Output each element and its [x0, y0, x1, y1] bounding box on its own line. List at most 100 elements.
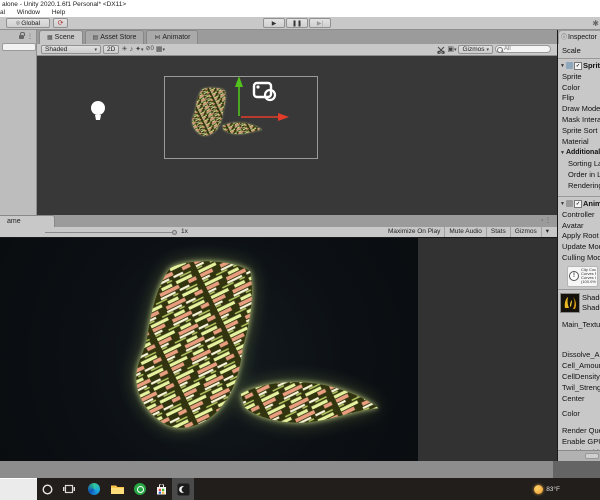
- property-row[interactable]: Sorting Lay: [558, 159, 600, 170]
- lock-icon[interactable]: [19, 31, 25, 39]
- property-row[interactable]: Render Queue: [558, 426, 600, 437]
- chevron-down-icon: ▾: [94, 46, 97, 53]
- axis-y-arrow-icon[interactable]: [235, 76, 243, 87]
- task-view-icon[interactable]: [58, 478, 80, 500]
- scene-light-toggle-icon[interactable]: ☀: [121, 45, 127, 54]
- component-enabled-checkbox[interactable]: ✓: [573, 199, 582, 208]
- property-row[interactable]: Mask Interacti: [558, 115, 600, 126]
- active-app-icon[interactable]: [172, 478, 194, 500]
- maximize-on-play-button[interactable]: Maximize On Play: [384, 227, 444, 237]
- animator-header[interactable]: ▼ ✓ Animat: [558, 198, 600, 210]
- menu-item-help[interactable]: Help: [52, 9, 65, 16]
- menu-item[interactable]: al: [0, 9, 5, 16]
- cortana-icon[interactable]: [36, 478, 58, 500]
- transform-scale-row[interactable]: Scale: [558, 46, 600, 57]
- account-icon[interactable]: ✱: [592, 19, 599, 28]
- foldout-icon[interactable]: ▼: [560, 147, 565, 159]
- info-icon: ⓘ: [561, 35, 568, 41]
- chevron-down-icon[interactable]: ▾: [540, 227, 553, 237]
- property-row[interactable]: Controller: [558, 210, 600, 221]
- scale-label: 1x: [181, 228, 188, 235]
- shader-row[interactable]: Shader: [582, 303, 600, 313]
- global-pivot-button[interactable]: ◎ Global: [6, 18, 50, 28]
- edge-browser-icon[interactable]: [83, 478, 105, 500]
- property-row[interactable]: Material: [558, 137, 600, 148]
- menu-item-window[interactable]: Window: [17, 9, 40, 16]
- foldout-icon[interactable]: ▼: [560, 60, 565, 72]
- warning-icon: !: [569, 271, 579, 282]
- step-button[interactable]: ▶|: [309, 18, 331, 28]
- property-row[interactable]: Apply Root Mo: [558, 231, 600, 242]
- property-row[interactable]: Sprite: [558, 72, 600, 83]
- tab-bar-options-icon[interactable]: ▫ ⋮: [541, 217, 551, 224]
- additional-settings-foldout[interactable]: ▼ Additional Set: [558, 147, 600, 159]
- property-row[interactable]: Flip: [558, 93, 600, 104]
- transport-controls: ▶ ❚❚ ▶|: [263, 18, 331, 28]
- file-explorer-icon[interactable]: [106, 478, 128, 500]
- sprite-renderer-header[interactable]: ▼ ✓ Sprite R: [558, 60, 600, 72]
- component-enabled-checkbox[interactable]: ✓: [573, 61, 582, 70]
- texture-property-row[interactable]: Main_Texture: [558, 320, 600, 331]
- shader-title: Shader: [582, 292, 600, 302]
- property-row[interactable]: Twil_Strength: [558, 383, 600, 394]
- kebab-icon[interactable]: ⋮: [27, 33, 33, 40]
- game-gizmos-dropdown[interactable]: Gizmos: [509, 227, 541, 237]
- property-row[interactable]: Draw Mode: [558, 104, 600, 115]
- play-button[interactable]: ▶: [263, 18, 285, 28]
- game-tab-bar: ame ▫ ⋮: [0, 215, 557, 227]
- tab-animator[interactable]: ⋈ Animator: [146, 30, 199, 44]
- property-row[interactable]: Center: [558, 394, 600, 405]
- globe-icon: ◎: [15, 20, 21, 26]
- scale-slider[interactable]: [45, 232, 175, 233]
- tab-asset-store[interactable]: ▤ Asset Store: [84, 30, 145, 44]
- property-row[interactable]: Enable GPU In: [558, 437, 600, 448]
- scene-audio-toggle-icon[interactable]: ♪: [130, 45, 134, 54]
- property-row[interactable]: Rendering L: [558, 181, 600, 192]
- property-row[interactable]: Dissolve_Amou: [558, 350, 600, 361]
- scene-camera-icon[interactable]: ▣▾: [447, 45, 456, 55]
- scene-toolbar: Shaded ▾ 2D ☀ ♪ ✦▾ ⊘0 ▦▾ ▣▾ Gizmos ▾: [37, 44, 557, 56]
- color-property-row[interactable]: Color: [558, 409, 600, 420]
- property-row[interactable]: CellDensity: [558, 372, 600, 383]
- property-row[interactable]: Order in Lay: [558, 170, 600, 181]
- microsoft-store-icon[interactable]: [150, 478, 172, 500]
- game-toolbar: 1x Maximize On Play Mute Audio Stats Giz…: [0, 227, 557, 238]
- inspector-panel: ⓘInspector Scale ▼ ✓ Sprite R Sprite Col…: [557, 30, 600, 461]
- tab-scene[interactable]: ▦ Scene: [39, 30, 83, 44]
- material-header[interactable]: Shader Shader: [558, 291, 600, 317]
- pause-button[interactable]: ❚❚: [286, 18, 308, 28]
- sprite-tool-icon: [252, 81, 277, 102]
- property-row[interactable]: Color: [558, 83, 600, 94]
- axis-x-arrow-icon[interactable]: [278, 113, 289, 121]
- scene-gizmos-dropdown[interactable]: Gizmos ▾: [458, 45, 493, 54]
- mute-audio-button[interactable]: Mute Audio: [444, 227, 486, 237]
- draw-mode-dropdown[interactable]: Shaded ▾: [41, 45, 101, 54]
- scene-visibility-icon[interactable]: ⊘0: [145, 45, 153, 54]
- 2d-toggle[interactable]: 2D: [103, 45, 120, 54]
- stats-button[interactable]: Stats: [485, 227, 510, 237]
- tab-inspector[interactable]: ⓘInspector: [559, 31, 600, 44]
- left-panel-field[interactable]: [2, 43, 36, 51]
- menu-bar: al Window Help: [0, 9, 600, 17]
- property-row[interactable]: Culling Mode: [558, 253, 600, 264]
- directional-light-gizmo-icon[interactable]: [89, 100, 107, 122]
- grid-settings-icon[interactable]: ▦▾: [156, 45, 165, 55]
- scale-slider-knob[interactable]: [172, 230, 177, 235]
- tab-game[interactable]: ame: [0, 215, 55, 227]
- inspector-tab-bar: ⓘInspector: [558, 30, 600, 44]
- property-row[interactable]: Cell_Amount: [558, 361, 600, 372]
- collab-button[interactable]: ⟳: [53, 18, 68, 28]
- pause-icon: ❚❚: [291, 20, 303, 27]
- property-row[interactable]: Update Mode: [558, 242, 600, 253]
- property-row[interactable]: Avatar: [558, 221, 600, 232]
- game-view[interactable]: [0, 238, 557, 461]
- foldout-icon[interactable]: ▼: [560, 198, 565, 210]
- preview-handle[interactable]: [585, 453, 599, 459]
- scene-tools-icon[interactable]: [437, 46, 446, 54]
- green-app-icon[interactable]: [129, 478, 151, 500]
- scene-fx-toggle-icon[interactable]: ✦▾: [135, 45, 143, 55]
- weather-widget[interactable]: 83°F: [534, 478, 560, 500]
- scene-view[interactable]: [37, 56, 557, 215]
- game-render-area: [0, 238, 418, 461]
- property-row[interactable]: Sprite Sort Poi: [558, 126, 600, 137]
